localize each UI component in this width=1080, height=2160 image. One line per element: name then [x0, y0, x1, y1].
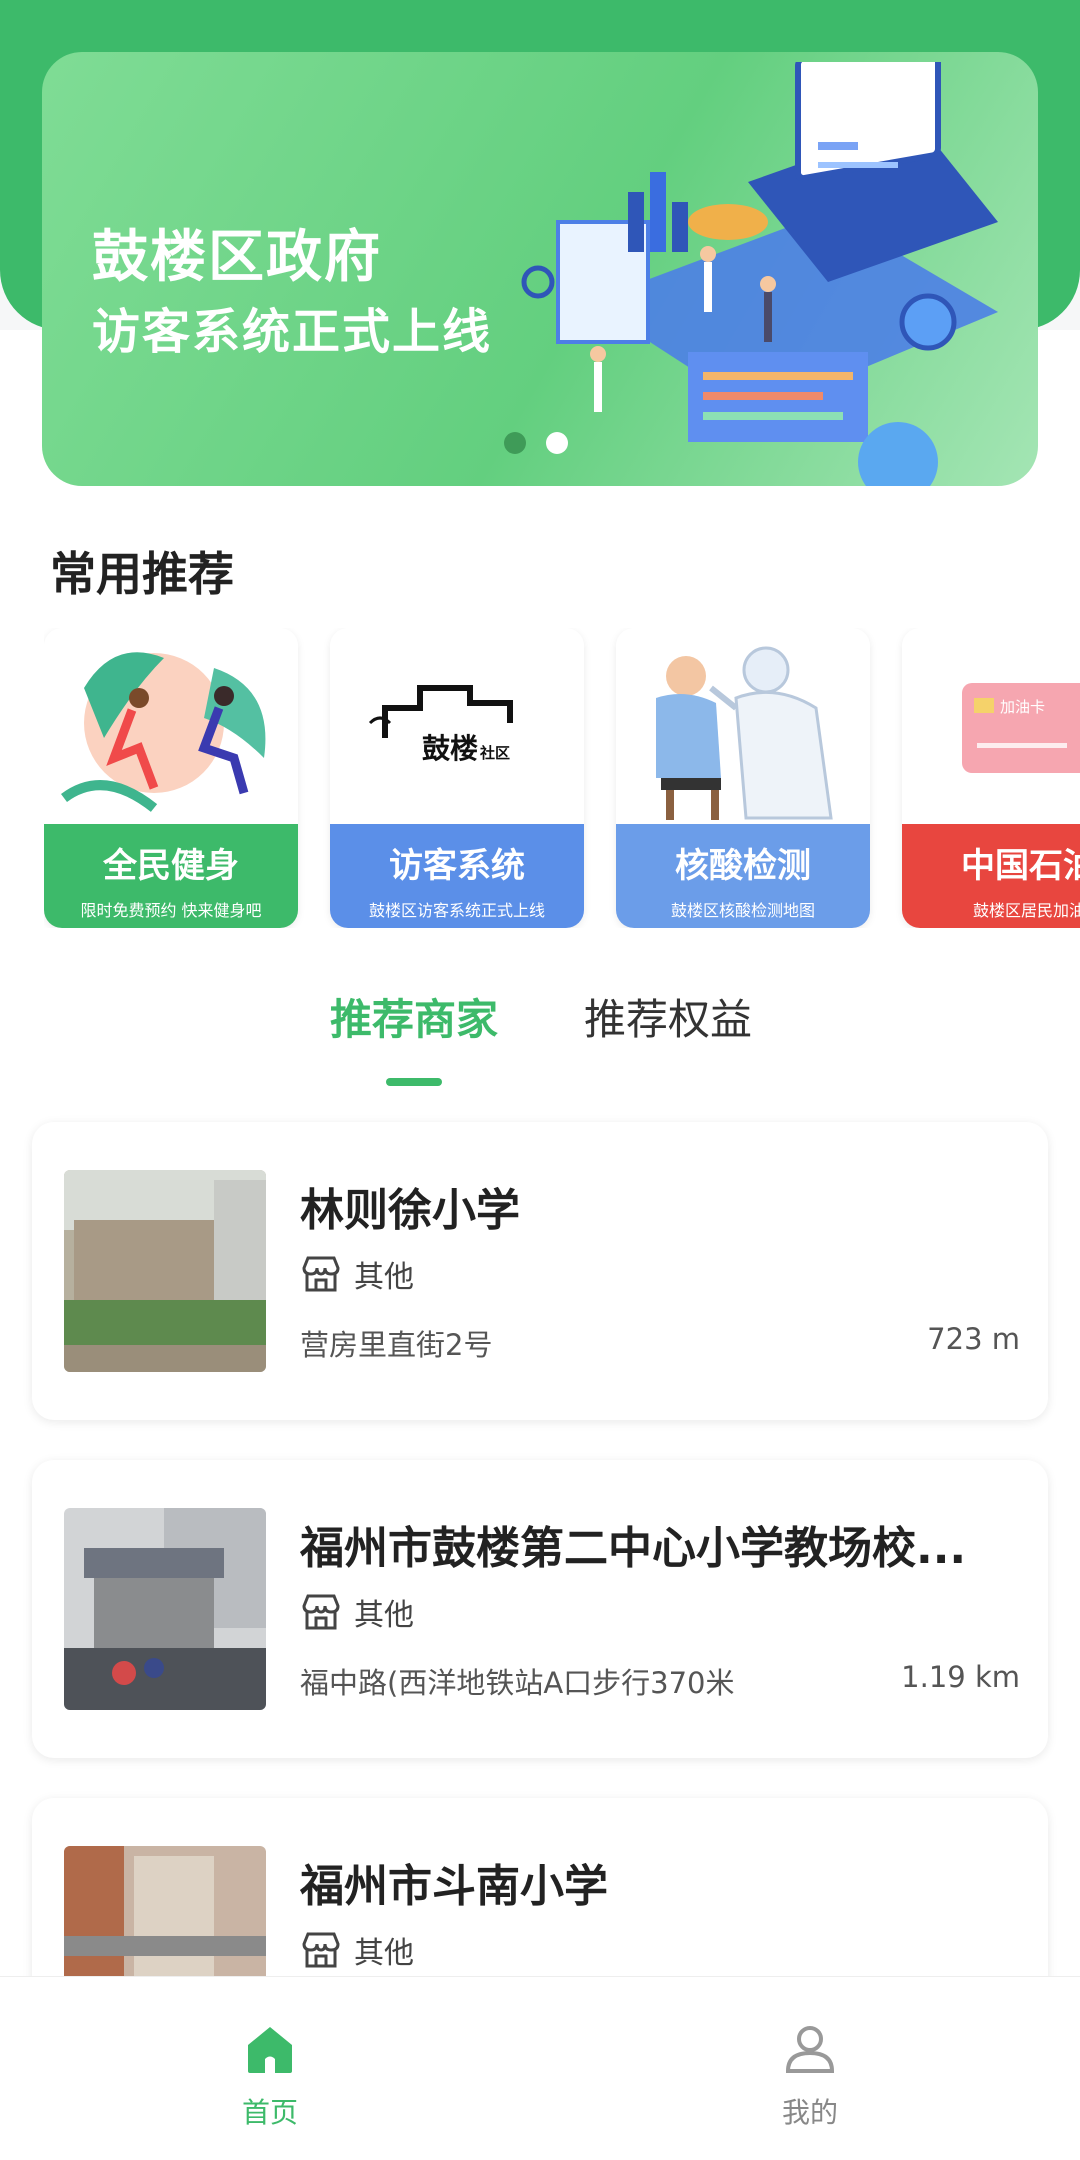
- merchant-distance: 723 m: [927, 1322, 1020, 1356]
- merchant-category: 其他: [300, 1928, 414, 1972]
- banner-pagination[interactable]: [504, 432, 568, 454]
- recommend-card-title: 中国石油: [961, 846, 1080, 886]
- recommend-card-subtitle: 鼓楼区访客系统正式上线: [368, 901, 545, 920]
- banner-illustration: [521, 62, 998, 486]
- fuel-card-text: 加油卡: [1000, 698, 1045, 716]
- merchant-category-label: 其他: [354, 1260, 414, 1295]
- store-icon: [302, 1256, 340, 1292]
- home-icon: [248, 2027, 292, 2073]
- merchant-photo: [64, 1170, 266, 1372]
- merchant-card[interactable]: 林则徐小学 其他 营房里直街2号 723 m: [32, 1122, 1048, 1420]
- nav-mine-label: 我的: [781, 2096, 838, 2129]
- nucleic-test-illustration: [616, 628, 870, 824]
- recommend-card-visitor[interactable]: 鼓楼 社区 访客系统 鼓楼区访客系统正式上线: [330, 628, 584, 928]
- recommend-card-subtitle: 限时免费预约 快来健身吧: [80, 901, 262, 920]
- recommend-card-nucleic-test[interactable]: 核酸检测 鼓楼区核酸检测地图: [616, 628, 870, 928]
- merchant-name: 福州市鼓楼第二中心小学教场校...: [300, 1523, 967, 1574]
- store-icon: [302, 1932, 340, 1968]
- section-title: 常用推荐: [50, 547, 234, 601]
- pagination-dot-active[interactable]: [504, 432, 526, 454]
- recommend-card-subtitle: 鼓楼区居民加油: [972, 901, 1080, 920]
- merchant-name: 福州市斗南小学: [300, 1861, 608, 1912]
- fuel-card-illustration: 加油卡: [902, 628, 1080, 824]
- recommend-card-band: 全民健身 限时免费预约 快来健身吧: [44, 824, 298, 928]
- recommend-card-band: 访客系统 鼓楼区访客系统正式上线: [330, 824, 584, 928]
- pagination-dot[interactable]: [546, 432, 568, 454]
- recommend-carousel[interactable]: 全民健身 限时免费预约 快来健身吧 鼓楼 社区 访客系统 鼓楼区访客系统正式上线: [44, 628, 1080, 928]
- tab-recommended-benefits[interactable]: 推荐权益: [584, 986, 752, 1047]
- gulou-logo-text: 鼓楼: [422, 732, 478, 765]
- nav-mine[interactable]: 我的: [750, 2021, 870, 2131]
- gulou-community-logo: 鼓楼 社区: [330, 628, 584, 824]
- svg-text:社区: 社区: [479, 744, 510, 762]
- merchant-photo: [64, 1508, 266, 1710]
- promo-banner[interactable]: 鼓楼区政府 访客系统正式上线: [42, 52, 1038, 486]
- tab-active-indicator: [386, 1078, 442, 1086]
- recommend-card-band: 核酸检测 鼓楼区核酸检测地图: [616, 824, 870, 928]
- merchant-name: 林则徐小学: [300, 1185, 520, 1236]
- recommend-card-band: 中国石油 鼓楼区居民加油: [902, 824, 1080, 928]
- merchant-category: 其他: [300, 1252, 414, 1296]
- merchant-card[interactable]: 福州市鼓楼第二中心小学教场校... 其他 福中路(西洋地铁站A口步行370米 1…: [32, 1460, 1048, 1758]
- recommend-card-title: 核酸检测: [675, 846, 811, 886]
- bottom-navigation: 首页 我的: [0, 1976, 1080, 2160]
- merchant-category-label: 其他: [354, 1936, 414, 1971]
- store-icon: [302, 1594, 340, 1630]
- nav-home[interactable]: 首页: [210, 2021, 330, 2131]
- merchant-category-label: 其他: [354, 1598, 414, 1633]
- banner-subtitle: 访客系统正式上线: [92, 304, 493, 360]
- merchant-category: 其他: [300, 1590, 414, 1634]
- merchant-distance: 1.19 km: [901, 1660, 1020, 1694]
- tab-recommended-merchants[interactable]: 推荐商家: [330, 986, 498, 1047]
- banner-title: 鼓楼区政府: [92, 225, 382, 290]
- recommend-card-fitness[interactable]: 全民健身 限时免费预约 快来健身吧: [44, 628, 298, 928]
- merchant-address: 营房里直街2号: [300, 1328, 493, 1362]
- fitness-illustration: [44, 628, 298, 824]
- merchant-address: 福中路(西洋地铁站A口步行370米: [300, 1666, 735, 1700]
- nav-home-label: 首页: [241, 2096, 298, 2129]
- recommend-card-title: 全民健身: [103, 846, 239, 886]
- recommend-card-petrochina[interactable]: 加油卡 中国石油 鼓楼区居民加油: [902, 628, 1080, 928]
- user-icon: [785, 2026, 835, 2073]
- recommend-card-title: 访客系统: [389, 846, 525, 886]
- recommend-card-subtitle: 鼓楼区核酸检测地图: [670, 901, 815, 920]
